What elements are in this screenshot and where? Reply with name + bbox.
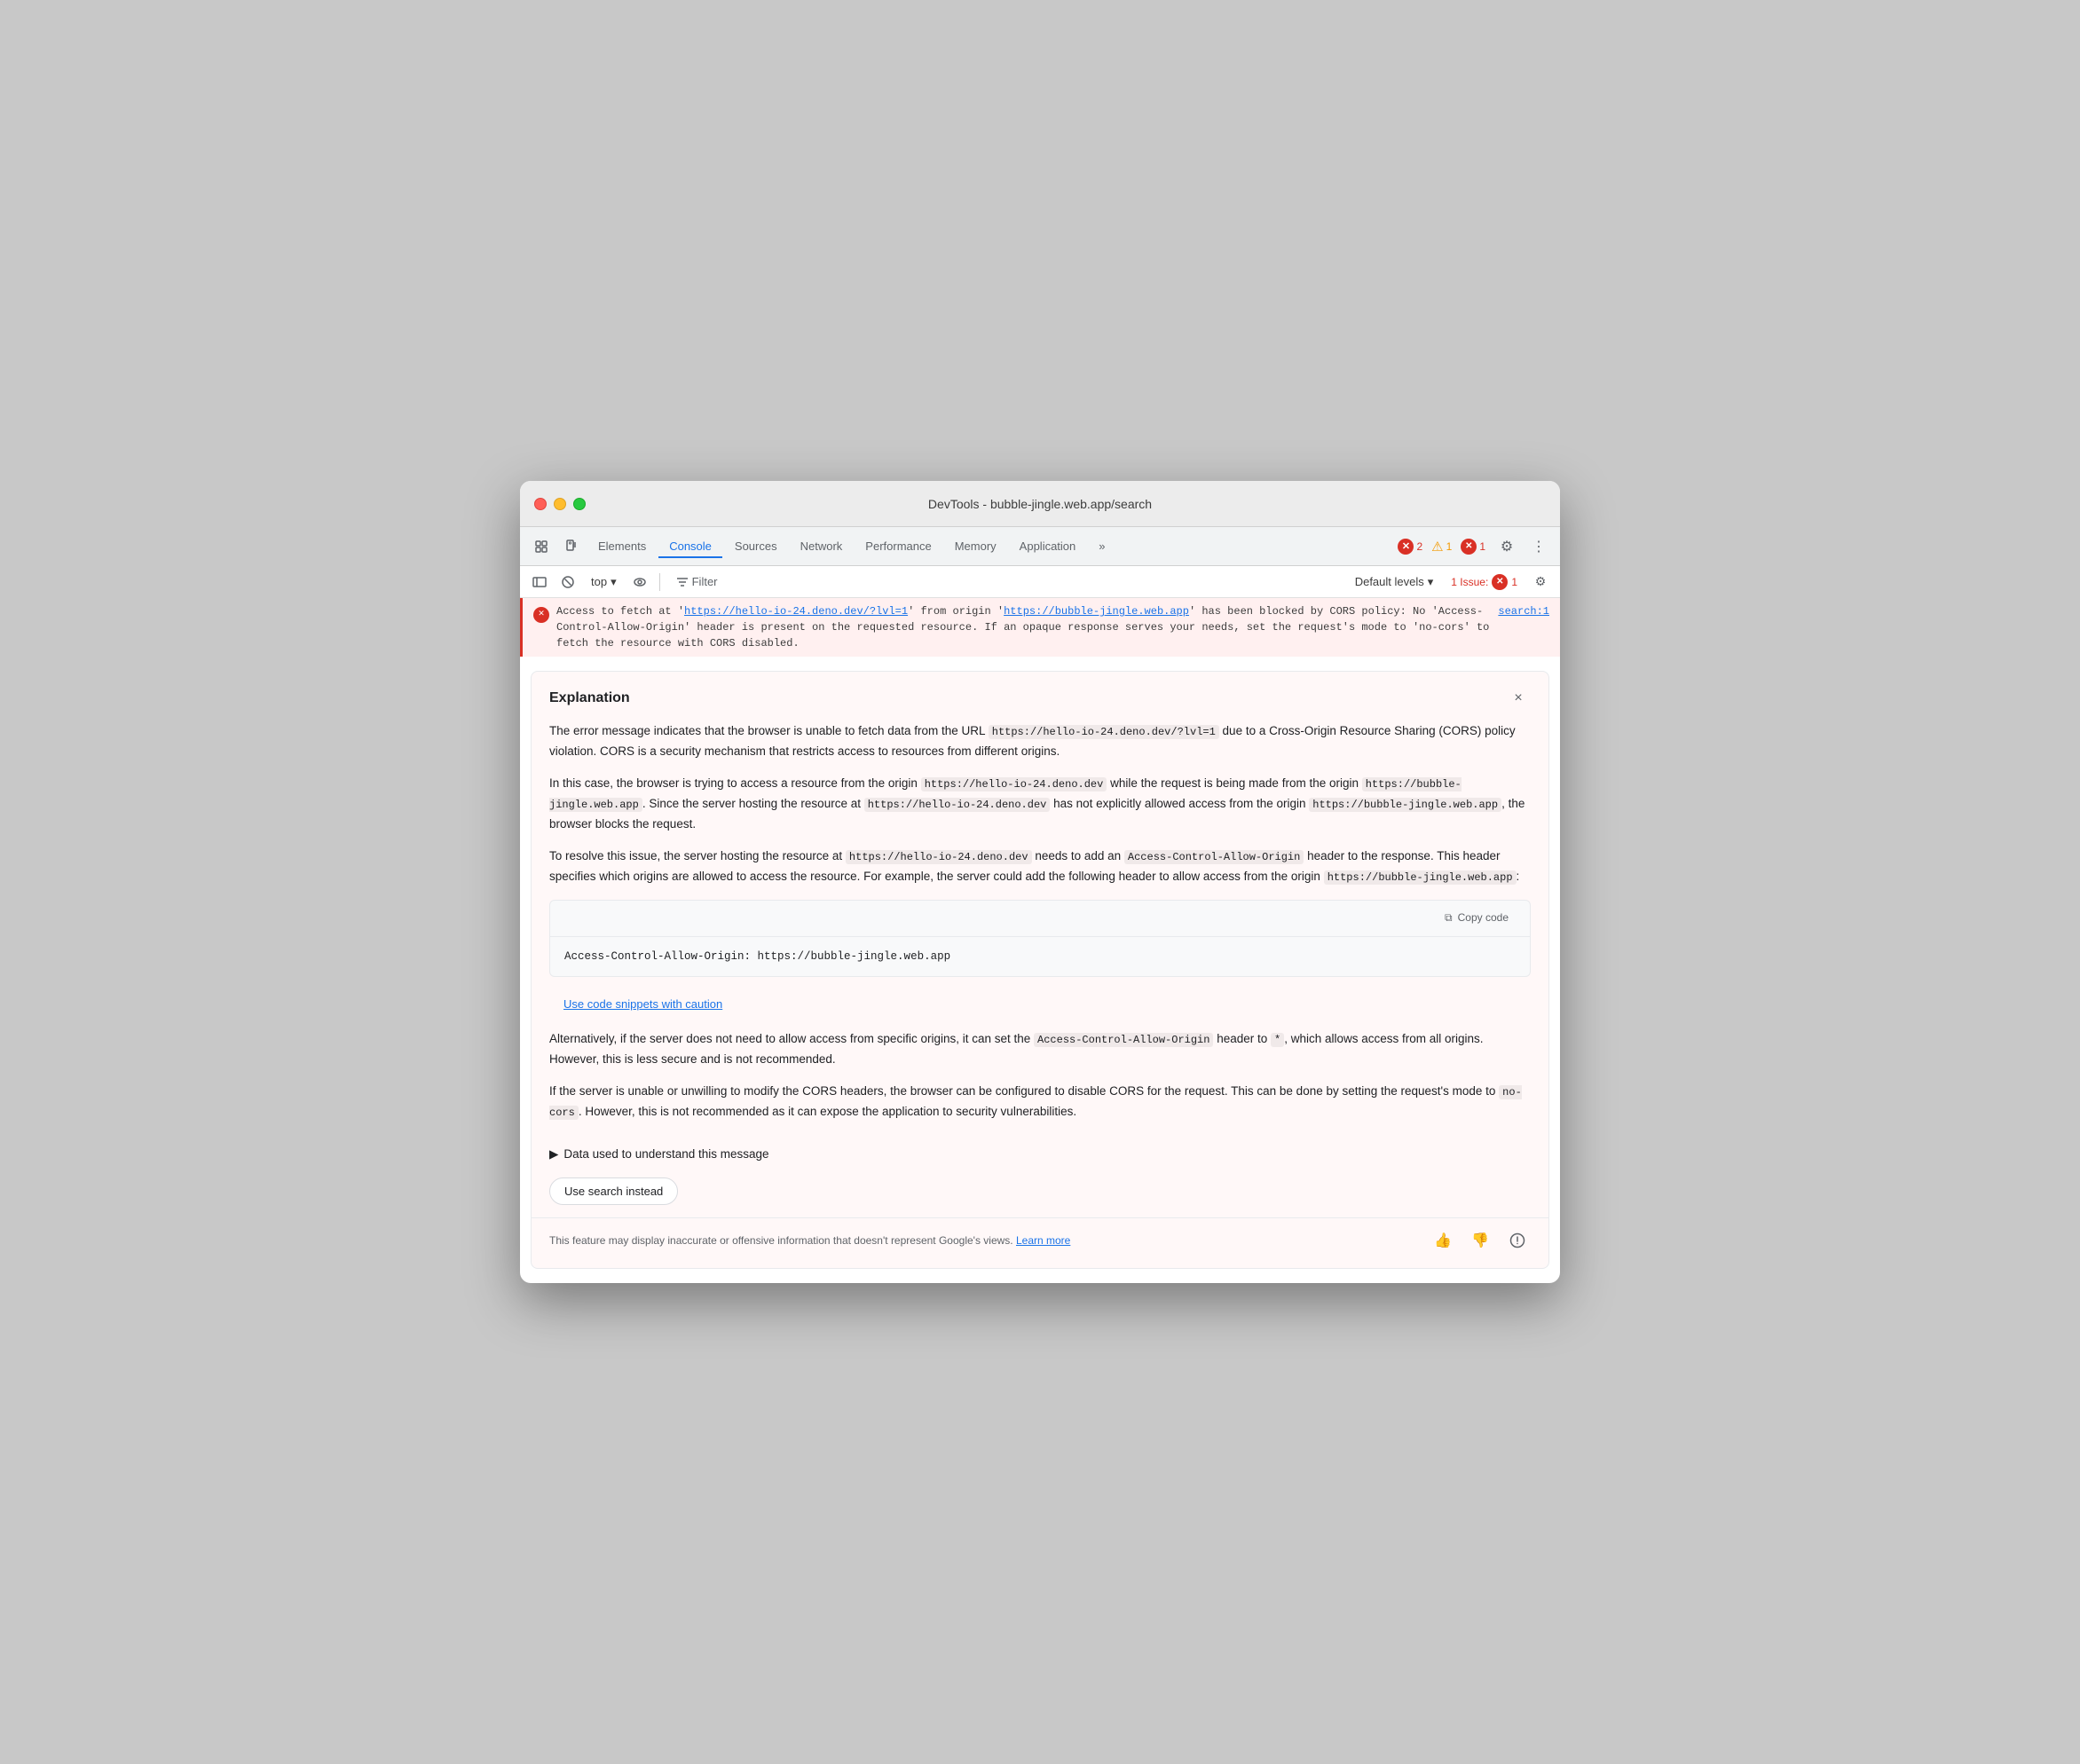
explanation-title: Explanation [549,690,630,706]
tab-network[interactable]: Network [790,534,854,558]
info-icon: ✕ [1461,539,1477,555]
explanation-header: Explanation × [532,672,1548,721]
copy-code-button[interactable]: ⧉ Copy code [1434,906,1519,931]
issue-badge[interactable]: 1 Issue: ✕ 1 [1444,571,1525,593]
traffic-lights [534,498,586,510]
eye-icon[interactable] [627,570,652,595]
tab-performance[interactable]: Performance [855,534,942,558]
warn-icon: ⚠ [1431,539,1443,555]
close-button[interactable] [534,498,547,510]
levels-selector[interactable]: Default levels ▾ [1348,572,1441,592]
inspect-icon[interactable] [527,532,555,561]
info-badge[interactable]: ✕ 1 [1461,539,1485,555]
settings-icon[interactable]: ⚙ [1493,532,1521,561]
toolbar-divider [659,573,660,591]
warn-badge[interactable]: ⚠ 1 [1431,539,1452,555]
maximize-button[interactable] [573,498,586,510]
report-button[interactable] [1504,1227,1531,1254]
window-title: DevTools - bubble-jingle.web.app/search [928,497,1152,511]
header-code-2: Access-Control-Allow-Origin [1034,1033,1213,1047]
thumbs-down-button[interactable]: 👎 [1467,1227,1493,1254]
error-circle-icon: ✕ [533,604,549,623]
url-code-1: https://hello-io-24.deno.dev/?lvl=1 [989,725,1219,739]
device-mode-icon[interactable] [557,532,586,561]
data-used-toggle[interactable]: ▶ Data used to understand this message [549,1147,1531,1162]
code-block-content: Access-Control-Allow-Origin: https://bub… [550,937,1530,976]
origin-code-1: https://hello-io-24.deno.dev [921,777,1107,791]
minimize-button[interactable] [554,498,566,510]
close-explanation-button[interactable]: × [1506,686,1531,711]
star-code: * [1271,1033,1284,1047]
tab-more[interactable]: » [1088,534,1115,558]
close-icon: × [1514,690,1522,706]
sidebar-toggle-icon[interactable] [527,570,552,595]
code-caution-link[interactable]: Use code snippets with caution [563,995,722,1013]
console-toolbar: top ▾ Filter Default levels ▾ 1 Issue: ✕ [520,566,1560,598]
url-code-2: https://hello-io-24.deno.dev [846,850,1032,864]
thumbs-up-button[interactable]: 👍 [1430,1227,1456,1254]
tab-memory[interactable]: Memory [944,534,1007,558]
explanation-paragraph-2: In this case, the browser is trying to a… [549,774,1531,834]
search-instead-container: Use search instead [532,1169,1548,1217]
code-block-container: ⧉ Copy code Access-Control-Allow-Origin:… [549,900,1531,977]
chevron-down-icon: ▾ [611,575,617,589]
error-text: Access to fetch at 'https://hello-io-24.… [556,603,1491,651]
copy-icon: ⧉ [1445,910,1453,927]
disclaimer-section: This feature may display inaccurate or o… [532,1217,1548,1268]
console-settings-icon[interactable]: ⚙ [1528,570,1553,595]
use-search-instead-button[interactable]: Use search instead [549,1177,678,1205]
explanation-body: The error message indicates that the bro… [532,721,1548,1136]
error-message-line: ✕ Access to fetch at 'https://hello-io-2… [520,598,1560,657]
error-icon: ✕ [1398,539,1414,555]
error-source-link[interactable]: search:1 [1498,603,1549,619]
error-url2-link[interactable]: https://bubble-jingle.web.app [1004,605,1189,618]
error-url1-link[interactable]: https://hello-io-24.deno.dev/?lvl=1 [684,605,908,618]
chevron-right-icon: ▶ [549,1147,558,1162]
chevron-down-icon-levels: ▾ [1428,575,1434,589]
disclaimer-text: This feature may display inaccurate or o… [549,1232,1070,1248]
feedback-icons: 👍 👎 [1430,1227,1531,1254]
explanation-paragraph-1: The error message indicates that the bro… [549,721,1531,761]
tab-console[interactable]: Console [658,534,722,558]
error-badge[interactable]: ✕ 2 [1398,539,1422,555]
code-block-toolbar: ⧉ Copy code [550,901,1530,937]
origin-code-4: https://bubble-jingle.web.app [1309,798,1501,812]
explanation-paragraph-4: Alternatively, if the server does not ne… [549,1029,1531,1069]
explanation-paragraph-3: To resolve this issue, the server hostin… [549,847,1531,887]
context-selector[interactable]: top ▾ [584,572,624,592]
origin-code-5: https://bubble-jingle.web.app [1324,870,1517,885]
more-options-icon[interactable]: ⋮ [1525,532,1553,561]
explanation-paragraph-5: If the server is unable or unwilling to … [549,1082,1531,1122]
origin-code-3: https://hello-io-24.deno.dev [864,798,1051,812]
issue-icon: ✕ [1492,574,1508,590]
header-code-1: Access-Control-Allow-Origin [1124,850,1304,864]
tab-sources[interactable]: Sources [724,534,788,558]
tab-application[interactable]: Application [1009,534,1087,558]
explanation-card: Explanation × The error message indicate… [531,671,1549,1268]
title-bar: DevTools - bubble-jingle.web.app/search [520,481,1560,527]
learn-more-link[interactable]: Learn more [1016,1234,1070,1247]
clear-console-icon[interactable] [555,570,580,595]
data-used-section: ▶ Data used to understand this message [532,1137,1548,1169]
tab-right-icons: ✕ 2 ⚠ 1 ✕ 1 ⚙ ⋮ [1398,532,1553,561]
devtools-window: DevTools - bubble-jingle.web.app/search … [520,481,1560,1282]
filter-button[interactable]: Filter [667,572,727,591]
devtools-tab-bar: Elements Console Sources Network Perform… [520,527,1560,566]
tab-elements[interactable]: Elements [587,534,657,558]
console-area: ✕ Access to fetch at 'https://hello-io-2… [520,598,1560,1268]
